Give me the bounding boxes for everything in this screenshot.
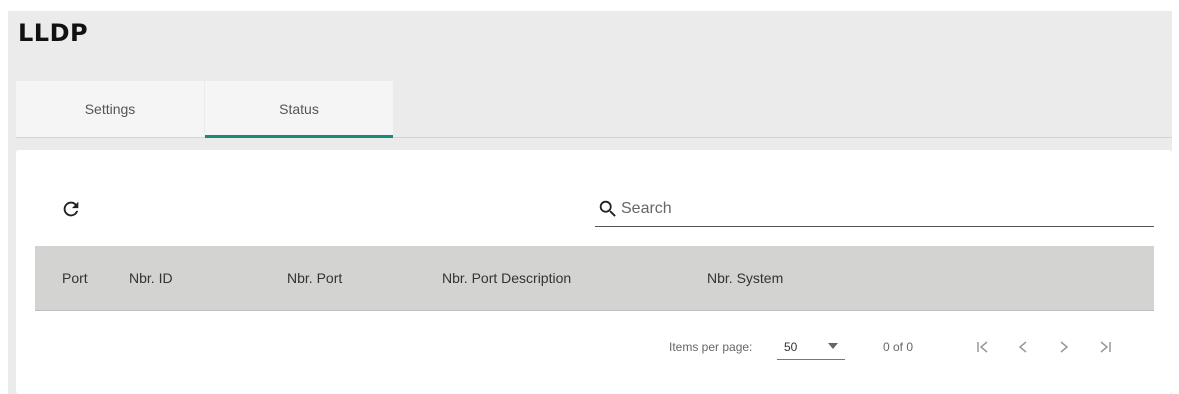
chevron-right-icon — [1060, 341, 1069, 353]
page-title: LLDP — [18, 19, 89, 47]
lldp-page: LLDP Settings Status Port Nbr. ID Nbr. P… — [8, 11, 1172, 394]
search-input[interactable] — [621, 197, 1141, 221]
first-page-icon — [977, 341, 988, 353]
items-per-page-label: Items per page: — [669, 340, 753, 354]
column-header-port[interactable]: Port — [62, 270, 88, 286]
tab-status[interactable]: Status — [205, 81, 393, 138]
tab-bar: Settings Status — [16, 81, 1172, 138]
refresh-icon — [63, 201, 79, 217]
column-header-nbr-port[interactable]: Nbr. Port — [287, 270, 342, 286]
column-header-nbr-id[interactable]: Nbr. ID — [129, 270, 173, 286]
previous-page-button[interactable] — [1009, 333, 1037, 361]
next-page-button[interactable] — [1050, 333, 1078, 361]
last-page-icon — [1100, 341, 1111, 353]
chevron-left-icon — [1018, 341, 1027, 353]
refresh-button[interactable] — [60, 198, 82, 220]
status-card: Port Nbr. ID Nbr. Port Nbr. Port Descrip… — [16, 150, 1172, 394]
search-field — [595, 194, 1154, 227]
table-header: Port Nbr. ID Nbr. Port Nbr. Port Descrip… — [35, 246, 1154, 311]
paginator: Items per page: 50 0 of 0 — [16, 333, 1172, 363]
items-per-page-select[interactable]: 50 — [777, 335, 845, 360]
caret-down-icon — [828, 343, 838, 349]
column-header-nbr-port-description[interactable]: Nbr. Port Description — [442, 270, 571, 286]
tab-settings[interactable]: Settings — [16, 81, 204, 137]
last-page-button[interactable] — [1091, 333, 1119, 361]
column-header-nbr-system[interactable]: Nbr. System — [707, 270, 783, 286]
range-label: 0 of 0 — [883, 340, 914, 354]
first-page-button[interactable] — [969, 333, 997, 361]
search-icon — [599, 200, 616, 217]
items-per-page-value: 50 — [784, 340, 798, 354]
